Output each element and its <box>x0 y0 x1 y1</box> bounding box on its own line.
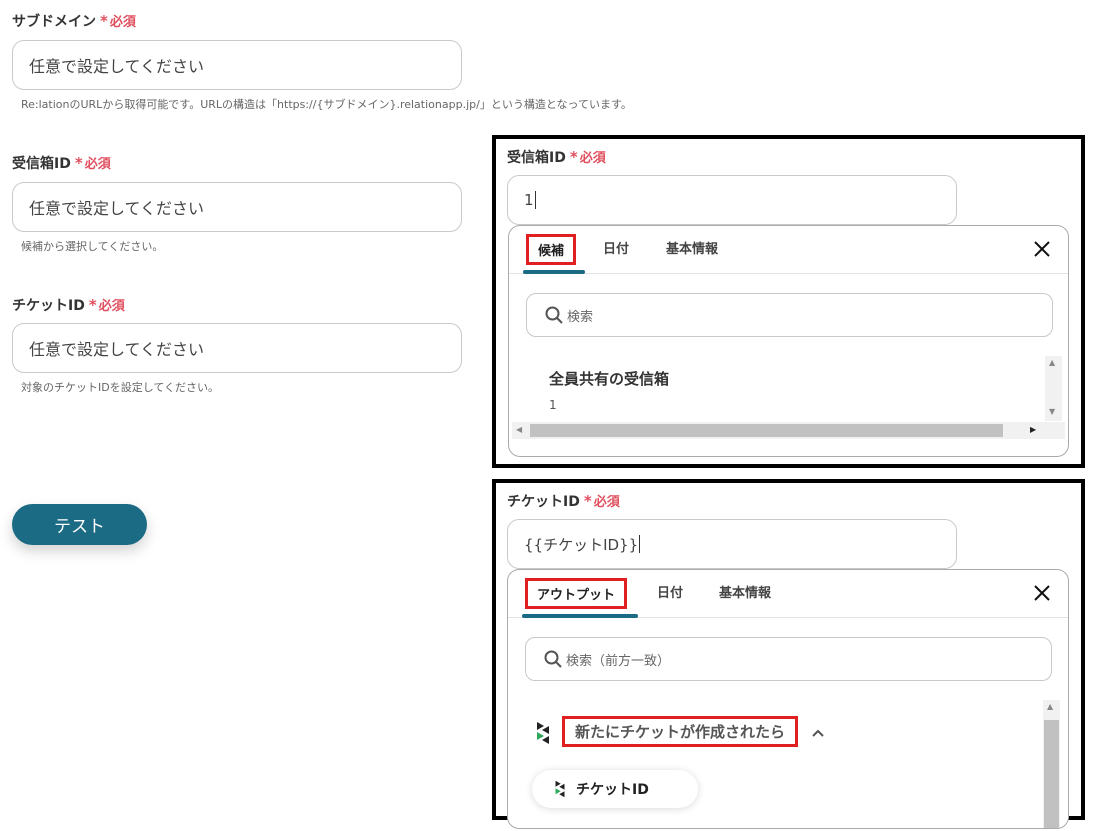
output-chip-ticket-id[interactable]: チケットID <box>532 770 698 808</box>
panel1-input[interactable]: 1 <box>507 175 957 225</box>
close-icon[interactable] <box>1031 238 1053 260</box>
required-text: 必須 <box>98 299 125 314</box>
required-mark: * 必須 <box>100 12 136 30</box>
ticket-label-text: チケットID <box>12 298 85 314</box>
inbox-label: 受信箱ID * 必須 <box>12 153 111 173</box>
search-placeholder: 検索 <box>567 309 594 325</box>
scroll-up-arrow[interactable]: ▲ <box>1047 703 1053 711</box>
vertical-scrollbar[interactable]: ▲ <box>1043 700 1060 828</box>
close-icon[interactable] <box>1031 582 1053 604</box>
scroll-thumb[interactable] <box>530 424 1003 437</box>
panel1-tabs: 候補 日付 基本情報 <box>509 226 1068 274</box>
tab-date[interactable]: 日付 <box>657 582 683 601</box>
active-tab-indicator <box>523 270 585 274</box>
scroll-down-arrow[interactable]: ▼ <box>1049 408 1055 416</box>
panel2-input-value: {{チケットID}} <box>524 535 639 554</box>
chip-label: チケットID <box>576 782 649 798</box>
required-mark: * 必須 <box>569 148 606 166</box>
ticket-panel: チケットID * 必須 {{チケットID}} アウトプット 日付 基本情報 検索（前… <box>492 479 1085 829</box>
subdomain-hint: Re:lationのURLから取得可能です。URLの構造は「https://{サ… <box>21 98 632 111</box>
required-text: 必須 <box>109 15 136 30</box>
text-cursor <box>639 535 641 553</box>
tab-basic-info[interactable]: 基本情報 <box>719 582 771 601</box>
panel2-dropdown: アウトプット 日付 基本情報 検索（前方一致） 新たにチケットが作成されたら チ… <box>507 569 1069 829</box>
ticket-label: チケットID * 必須 <box>12 295 125 315</box>
subdomain-label-text: サブドメイン <box>12 14 96 30</box>
panel2-search-input[interactable]: 検索（前方一致） <box>525 637 1052 681</box>
ticket-hint: 対象のチケットIDを設定してください。 <box>21 381 220 394</box>
panel1-dropdown: 候補 日付 基本情報 検索 全員共有の受信箱 1 ▲ ▼ ◀ ▶ <box>508 225 1069 457</box>
trigger-group-title[interactable]: 新たにチケットが作成されたら <box>562 716 799 747</box>
scroll-thumb[interactable] <box>1044 720 1059 828</box>
inbox-input[interactable]: 任意で設定してください <box>12 182 462 232</box>
required-mark: * 必須 <box>88 296 125 314</box>
test-button[interactable]: テスト <box>12 504 147 545</box>
panel1-label: 受信箱ID * 必須 <box>507 147 606 167</box>
search-icon <box>545 306 563 324</box>
required-text: 必須 <box>593 495 620 510</box>
search-placeholder: 検索（前方一致） <box>566 653 671 669</box>
list-item-value: 1 <box>549 398 557 412</box>
panel1-search-input[interactable]: 検索 <box>526 293 1053 337</box>
panel2-label-text: チケットID <box>507 494 580 510</box>
inbox-label-text: 受信箱ID <box>12 156 71 172</box>
panel1-label-text: 受信箱ID <box>507 150 566 166</box>
panel1-input-value: 1 <box>524 191 534 209</box>
inbox-hint: 候補から選択してください。 <box>21 240 164 253</box>
required-text: 必須 <box>84 157 111 172</box>
list-item-title[interactable]: 全員共有の受信箱 <box>549 368 669 389</box>
required-text: 必須 <box>579 151 606 166</box>
text-cursor <box>534 191 536 209</box>
panel2-label: チケットID * 必須 <box>507 491 620 511</box>
vertical-scrollbar[interactable]: ▲ ▼ <box>1045 356 1062 421</box>
tab-output[interactable]: アウトプット <box>525 578 628 609</box>
ticket-input[interactable]: 任意で設定してください <box>12 323 462 373</box>
tab-basic-info[interactable]: 基本情報 <box>666 238 718 257</box>
subdomain-input[interactable]: 任意で設定してください <box>12 40 462 90</box>
subdomain-label: サブドメイン * 必須 <box>12 11 136 31</box>
scroll-right-arrow[interactable]: ▶ <box>1030 426 1036 434</box>
panel2-input[interactable]: {{チケットID}} <box>507 519 957 569</box>
active-tab-indicator <box>522 614 638 618</box>
tab-candidates[interactable]: 候補 <box>526 234 577 265</box>
search-icon <box>544 650 562 668</box>
panel2-tabs: アウトプット 日付 基本情報 <box>508 570 1068 618</box>
app-logo-icon <box>537 722 549 744</box>
horizontal-scrollbar[interactable]: ◀ ▶ <box>512 422 1065 439</box>
scroll-left-arrow[interactable]: ◀ <box>516 426 522 434</box>
chevron-up-icon[interactable] <box>811 728 825 738</box>
tab-date[interactable]: 日付 <box>603 238 629 257</box>
required-mark: * 必須 <box>583 492 620 510</box>
inbox-panel: 受信箱ID * 必須 1 候補 日付 基本情報 検索 全員共有の受信箱 1 ▲ ▼ <box>492 135 1085 468</box>
scroll-up-arrow[interactable]: ▲ <box>1049 359 1055 367</box>
required-mark: * 必須 <box>74 154 111 172</box>
app-logo-icon <box>555 780 565 798</box>
